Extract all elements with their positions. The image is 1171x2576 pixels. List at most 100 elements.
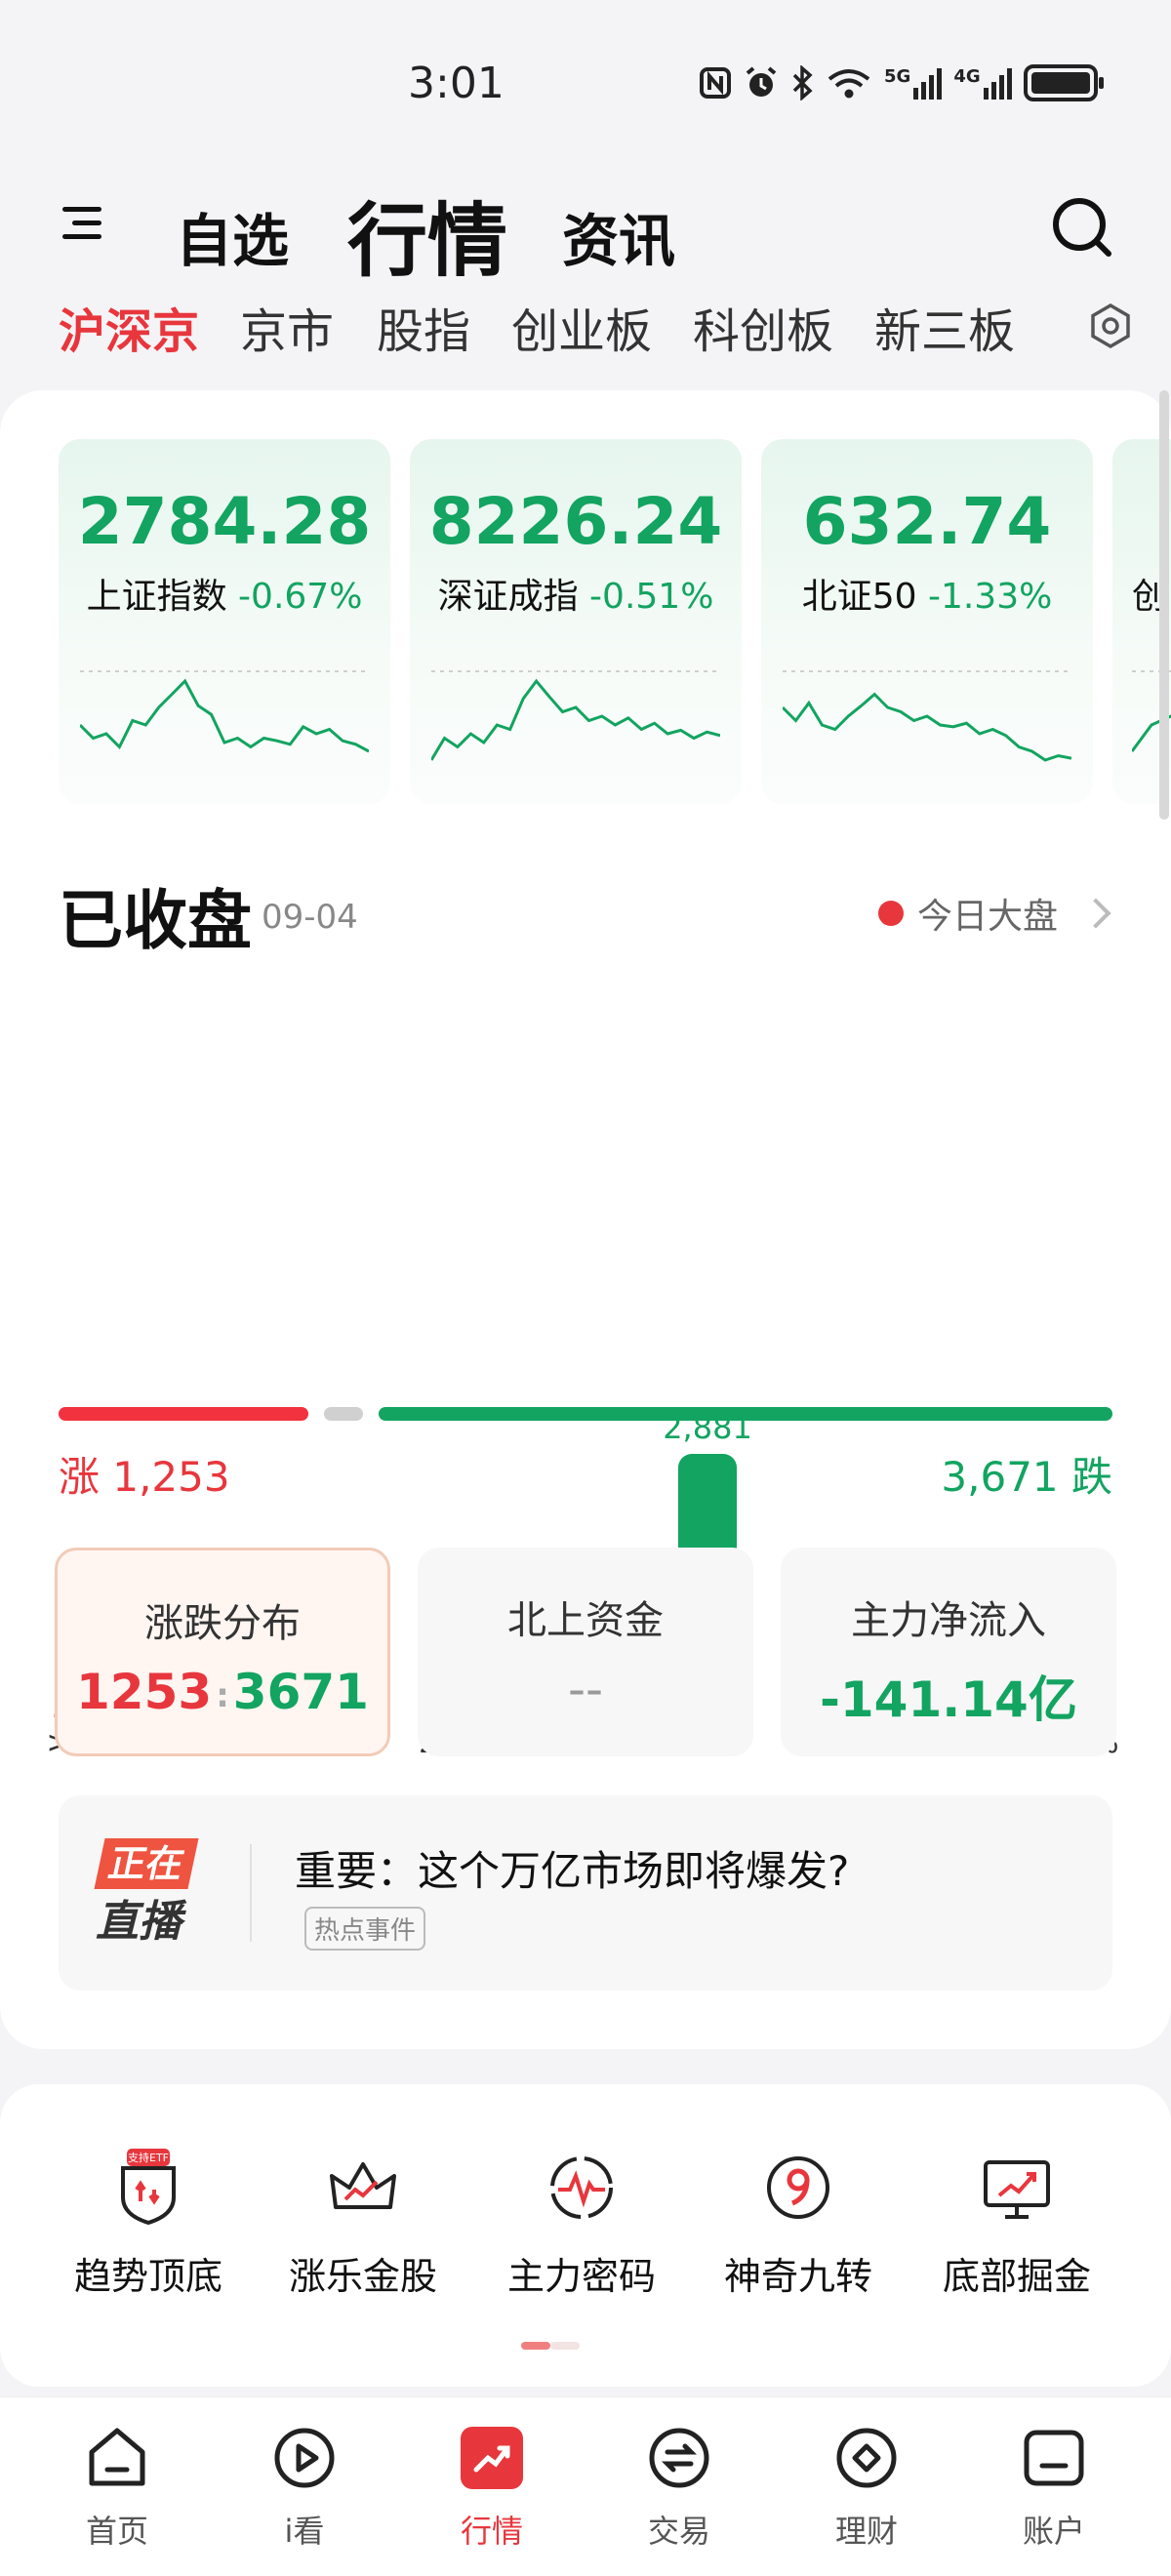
stat-value: -141.14亿	[820, 1671, 1077, 1728]
stat-value: 1253:3671	[76, 1664, 369, 1720]
pulse-ring-icon	[550, 2156, 613, 2219]
stat-value: --	[567, 1661, 604, 1717]
trend-shield-icon: 支持ETF	[121, 2149, 176, 2226]
market-tab-chuangyeban[interactable]: 创业板	[511, 293, 652, 361]
live-tag: 热点事件	[304, 1907, 426, 1951]
index-name: 深证成指 -0.51%	[437, 577, 714, 617]
tool-zhangle-gold-stock[interactable]: 涨乐金股	[256, 2147, 470, 2300]
stat-card-northbound[interactable]: 北上资金 --	[418, 1548, 753, 1756]
market-status-title: 已收盘	[59, 883, 252, 958]
nav-label: 行情	[460, 2513, 523, 2550]
live-broadcast-banner[interactable]: 正在 直播 重要：这个万亿市场即将爆发? 热点事件	[59, 1795, 1112, 1991]
nav-home[interactable]: 首页	[39, 2419, 195, 2552]
svg-text:支持ETF: 支持ETF	[128, 2151, 169, 2164]
diamond-icon	[836, 2428, 897, 2488]
tool-label: 主力密码	[506, 2255, 656, 2298]
stat-card-rise-fall[interactable]: 涨跌分布 1253:3671	[55, 1548, 390, 1756]
tool-label: 趋势顶底	[73, 2255, 222, 2298]
market-tab-guzhi[interactable]: 股指	[377, 293, 470, 361]
nav-wealth[interactable]: 理财	[788, 2419, 945, 2552]
market-tab-kechuangban[interactable]: 科创板	[693, 293, 833, 361]
fall-count: 3,671 跌	[941, 1453, 1112, 1501]
nav-i-watch[interactable]: i看	[226, 2419, 383, 2552]
search-icon[interactable]	[1050, 195, 1114, 260]
market-tab-jingshi[interactable]: 京市	[240, 293, 334, 361]
index-sparkline	[80, 670, 369, 753]
nav-label: 理财	[834, 2513, 898, 2550]
live-title: 重要：这个万亿市场即将爆发?	[295, 1847, 850, 1895]
page-indicator-active	[521, 2342, 550, 2350]
index-card-shanghai[interactable]: 2784.28 上证指数 -0.67%	[59, 439, 390, 804]
index-carousel[interactable]: 2784.28 上证指数 -0.67% 8226.24 深证成指 -0.51% …	[59, 439, 1171, 810]
tool-bottom-gold[interactable]: 底部掘金	[909, 2147, 1124, 2300]
flat-ratio-bar	[324, 1407, 363, 1421]
sparkline-path	[431, 678, 720, 761]
nav-market[interactable]: 行情	[414, 2419, 570, 2552]
wifi-icon	[826, 66, 872, 100]
chevron-right-icon	[1080, 898, 1111, 929]
top-header: 自选 行情 资讯	[0, 166, 1171, 302]
nav-label: 交易	[647, 2513, 710, 2550]
menu-icon[interactable]	[57, 201, 101, 246]
index-sparkline	[783, 670, 1071, 762]
account-icon	[1024, 2430, 1084, 2486]
nav-label: i看	[284, 2513, 325, 2550]
fall-ratio-bar	[379, 1407, 1112, 1421]
signal-5g-icon: 5G	[884, 66, 943, 100]
market-tabs: 沪深京 京市 股指 创业板 科创板 新三板	[0, 293, 1171, 371]
live-dot-icon	[878, 901, 904, 926]
stat-label: 北上资金	[507, 1598, 664, 1643]
market-tab-xinsanban[interactable]: 新三板	[874, 293, 1015, 361]
live-badge-icon: 正在 直播	[94, 1838, 213, 1955]
signal-4g-icon: 4G	[953, 66, 1012, 100]
index-value: 632.74	[802, 484, 1052, 559]
status-time: 3:01	[408, 59, 505, 108]
tool-label: 底部掘金	[942, 2255, 1091, 2298]
divider	[250, 1844, 252, 1942]
stat-label: 主力净流入	[851, 1598, 1046, 1643]
stat-label: 涨跌分布	[144, 1601, 301, 1646]
settings-icon[interactable]	[1087, 302, 1134, 349]
alarm-icon	[744, 66, 779, 100]
rise-ratio-bar	[59, 1407, 308, 1421]
bottom-navigation: 首页 i看 行情 交易 理财 账户	[0, 2396, 1171, 2576]
stat-card-main-inflow[interactable]: 主力净流入 -141.14亿	[781, 1548, 1116, 1756]
index-value: 8226.24	[428, 484, 723, 559]
tools-card: 支持ETF 趋势顶底 涨乐金股 主力密码 神奇九转 底部掘金	[0, 2084, 1171, 2387]
market-overview-card: 2784.28 上证指数 -0.67% 8226.24 深证成指 -0.51% …	[0, 390, 1171, 2049]
tab-market[interactable]: 行情	[347, 176, 507, 292]
index-value: 2784.28	[77, 484, 372, 559]
nav-label: 首页	[85, 2513, 148, 2550]
tab-news[interactable]: 资讯	[562, 195, 675, 277]
bluetooth-icon	[790, 65, 814, 101]
sparkline-path	[783, 692, 1071, 762]
nav-trade[interactable]: 交易	[601, 2419, 757, 2552]
tool-magic-nine[interactable]: 神奇九转	[691, 2147, 906, 2300]
tool-label: 涨乐金股	[288, 2255, 437, 2298]
status-bar: 3:01 5G 4G	[0, 0, 1171, 166]
today-market-link[interactable]: 今日大盘	[878, 888, 1111, 939]
market-tab-hushenjing[interactable]: 沪深京	[59, 293, 199, 361]
index-card-shenzhen[interactable]: 8226.24 深证成指 -0.51%	[410, 439, 742, 804]
tool-main-force-code[interactable]: 主力密码	[474, 2147, 689, 2300]
monitor-chart-icon	[984, 2160, 1050, 2219]
page-indicator	[550, 2342, 580, 2350]
play-icon	[274, 2428, 335, 2488]
status-icons: 5G 4G	[699, 64, 1104, 101]
today-market-label: 今日大盘	[917, 897, 1059, 937]
nine-circle-icon	[767, 2156, 829, 2219]
nav-account[interactable]: 账户	[976, 2419, 1132, 2552]
index-card-beizheng50[interactable]: 632.74 北证50 -1.33%	[761, 439, 1093, 804]
index-sparkline	[431, 670, 720, 761]
scrollbar[interactable]	[1159, 390, 1169, 820]
exchange-icon	[649, 2428, 709, 2488]
nav-label: 账户	[1022, 2513, 1085, 2550]
battery-icon	[1023, 64, 1104, 101]
crown-chart-icon	[330, 2162, 396, 2209]
tab-watchlist[interactable]: 自选	[176, 195, 289, 277]
home-icon	[89, 2428, 145, 2486]
sparkline-path	[80, 678, 369, 753]
tool-trend-top-bottom[interactable]: 支持ETF 趋势顶底	[41, 2147, 256, 2300]
nfc-icon	[699, 66, 732, 100]
market-date: 09-04	[262, 898, 358, 937]
